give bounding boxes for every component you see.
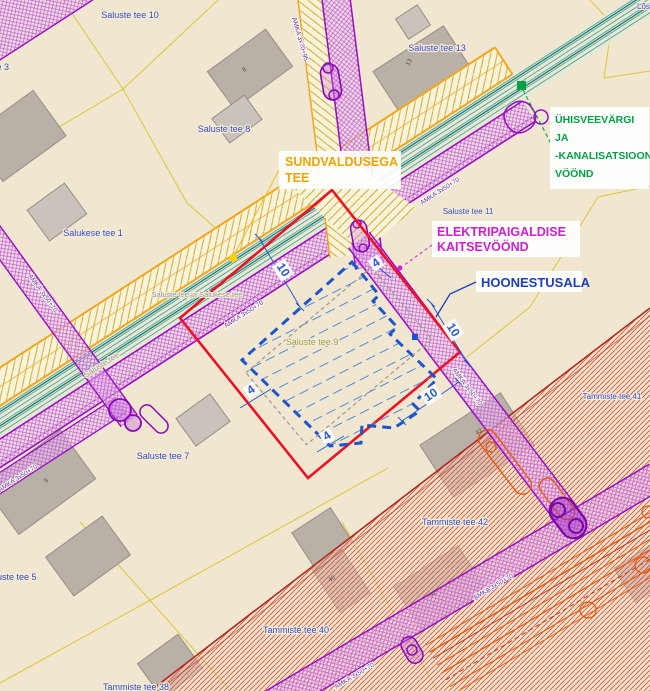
- parcel-label-tammiste42: Tammiste tee 42: [422, 517, 488, 527]
- sundvaldusega-label-line1: SUNDVALDUSEGA: [285, 155, 398, 169]
- parcel-label-saluste3: Saluste tee 3: [0, 62, 9, 72]
- hoonestusala-label: HOONESTUSALA: [481, 275, 591, 290]
- water-zone-label-line2: JA: [555, 132, 569, 144]
- parcel-label-saluste9: Saluste tee 9: [286, 337, 339, 347]
- parcel-label-corner: Lõst: [637, 2, 650, 11]
- parcel-label-saluste7: Saluste tee 7: [137, 451, 190, 461]
- map-canvas: 10 10 10 4 4 4 SUNDVALDUSEGA TEE ÜHISVEE…: [0, 0, 650, 691]
- parcel-label-salukese1: Salukese tee 1: [63, 228, 123, 238]
- parcel-label-tammiste38: Tammiste tee 38: [103, 682, 169, 691]
- planning-map: 10 10 10 4 4 4 SUNDVALDUSEGA TEE ÜHISVEE…: [0, 0, 650, 691]
- electric-zone-label-line1: ELEKTRIPAIGALDISE: [437, 225, 566, 239]
- parcel-label-tammiste40: Tammiste tee 40: [263, 625, 329, 635]
- water-marker-square: [517, 81, 526, 90]
- road-label-combined: Saluste tee ja Salukese tee: [152, 290, 243, 299]
- parcel-label-saluste5: Saluste tee 5: [0, 572, 37, 582]
- road-marker-dot: [229, 254, 237, 262]
- electric-zone-label-line2: KAITSEVÖÖND: [437, 239, 529, 254]
- parcel-label-saluste11: Saluste tee 11: [443, 207, 494, 216]
- parcel-label-saluste8: Saluste tee 8: [198, 124, 251, 134]
- sundvaldusega-label-line2: TEE: [285, 171, 309, 185]
- water-zone-label-line3: -KANALISATSIOONI: [555, 150, 650, 162]
- parcel-label-tammiste41: Tammiste tee 41: [583, 392, 642, 401]
- water-zone-label-line1: ÜHISVEEVÄRGI: [555, 113, 634, 126]
- parcel-label-saluste13: Saluste tee 13: [408, 43, 466, 53]
- water-zone-label-line4: VÖÖND: [555, 167, 594, 180]
- blue-marker: [412, 334, 418, 340]
- parcel-label-saluste10: Saluste tee 10: [101, 10, 159, 20]
- electric-marker-dot: [398, 266, 403, 271]
